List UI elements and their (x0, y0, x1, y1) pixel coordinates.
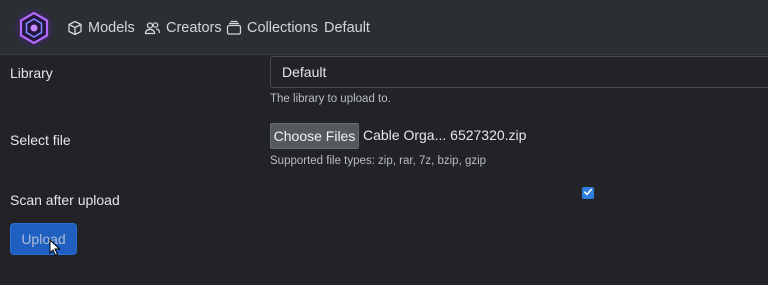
file-types-help-text: Supported file types: zip, rar, 7z, bzip… (270, 155, 487, 167)
nav-collections[interactable]: Collections (226, 17, 318, 39)
nav-models[interactable]: Models (67, 17, 135, 39)
nav-models-label: Models (88, 20, 135, 36)
app-logo[interactable] (14, 8, 54, 48)
nav-creators[interactable]: Creators (144, 17, 222, 39)
select-file-label: Select file (10, 132, 71, 148)
library-label: Library (10, 65, 53, 81)
top-navbar: Models Creators Collections Default (0, 0, 768, 55)
mouse-pointer-icon (49, 238, 61, 262)
library-help-text: The library to upload to. (270, 93, 391, 105)
users-icon (144, 20, 161, 36)
nav-library-default[interactable]: Default (324, 17, 370, 39)
scan-after-upload-checkbox[interactable] (582, 187, 594, 199)
library-select[interactable]: Default (270, 56, 768, 88)
checkmark-icon (583, 184, 593, 202)
upload-button[interactable]: Upload (10, 223, 77, 255)
nav-creators-label: Creators (166, 20, 222, 36)
cube-icon (67, 20, 83, 36)
selected-file-name: Cable Orga... 6527320.zip (363, 127, 527, 143)
scan-after-upload-label: Scan after upload (10, 192, 120, 208)
library-select-value: Default (282, 64, 327, 80)
choose-files-button[interactable]: Choose Files (270, 123, 359, 149)
nav-library-label: Default (324, 20, 370, 36)
nav-collections-label: Collections (247, 20, 318, 36)
collection-icon (226, 20, 242, 36)
